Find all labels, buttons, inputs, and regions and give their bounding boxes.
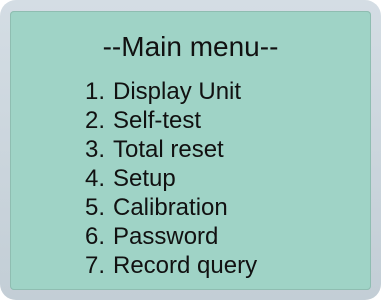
menu-item-number: 5.: [85, 194, 106, 221]
menu-item-label: Self-test: [113, 107, 202, 134]
menu-item-number: 1.: [85, 78, 106, 105]
menu-item-label: Calibration: [113, 194, 228, 221]
device-bezel: --Main menu-- 1. Display Unit 2. Self-test…: [0, 0, 381, 300]
menu-title: --Main menu--: [102, 31, 279, 62]
menu-item-label: Setup: [113, 165, 176, 192]
menu-item-label: Record query: [113, 252, 258, 279]
menu-item-number: 7.: [85, 252, 106, 279]
menu-item-number: 2.: [85, 107, 106, 134]
menu-item-label: Display Unit: [113, 78, 242, 105]
menu-item-record-query[interactable]: 7. Record query: [85, 251, 257, 280]
menu-item-self-test[interactable]: 2. Self-test: [85, 106, 257, 135]
menu-item-password[interactable]: 6. Password: [85, 222, 257, 251]
menu-item-label: Password: [113, 223, 219, 250]
lcd-screen: --Main menu-- 1. Display Unit 2. Self-test…: [10, 11, 371, 290]
menu-item-setup[interactable]: 4. Setup: [85, 164, 257, 193]
menu-item-label: Total reset: [113, 136, 224, 163]
menu-item-calibration[interactable]: 5. Calibration: [85, 193, 257, 222]
menu-item-total-reset[interactable]: 3. Total reset: [85, 135, 257, 164]
menu-item-display-unit[interactable]: 1. Display Unit: [85, 77, 257, 106]
main-menu-list: 1. Display Unit 2. Self-test 3. Total reset…: [85, 77, 257, 280]
menu-item-number: 3.: [85, 136, 106, 163]
menu-item-number: 4.: [85, 165, 106, 192]
menu-item-number: 6.: [85, 223, 106, 250]
